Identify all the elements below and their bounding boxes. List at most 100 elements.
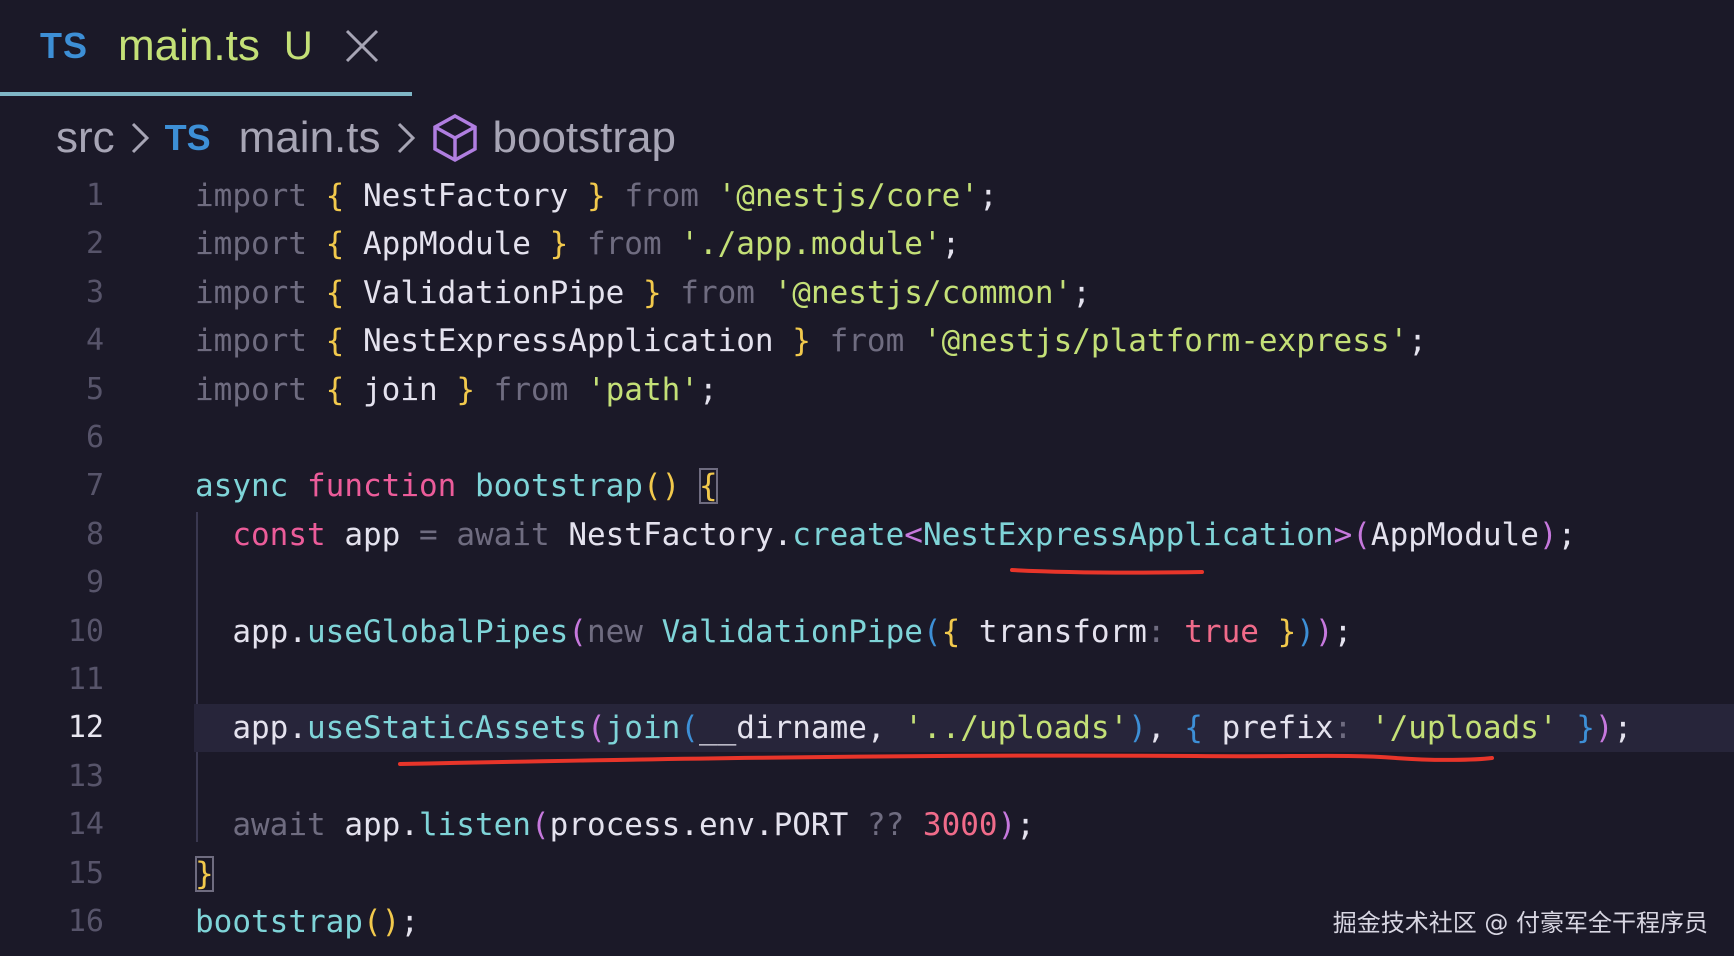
- tab-main-ts[interactable]: TS main.ts U: [0, 0, 412, 96]
- code-token: transform: [960, 613, 1147, 650]
- code-line[interactable]: import { join } from 'path';: [195, 366, 718, 414]
- code-line[interactable]: import { NestExpressApplication } from '…: [195, 317, 1427, 365]
- code-line[interactable]: import { ValidationPipe } from '@nestjs/…: [195, 269, 1091, 317]
- code-token: ;: [978, 178, 998, 214]
- code-token: (: [922, 613, 942, 650]
- line-number: 9: [85, 565, 104, 601]
- code-token: ): [1538, 516, 1558, 553]
- code-token: app.: [325, 807, 419, 844]
- code-line[interactable]: import { NestFactory } from '@nestjs/cor…: [195, 172, 998, 220]
- code-line[interactable]: import { AppModule } from './app.module'…: [195, 220, 960, 268]
- line-number: 7: [85, 468, 104, 504]
- breadcrumb-folder[interactable]: src: [56, 113, 115, 163]
- code-token: }: [549, 226, 569, 263]
- tab-bar: TS main.ts U: [0, 0, 1734, 96]
- code-token: async: [195, 468, 289, 505]
- code-line[interactable]: app.useStaticAssets(join(__dirname, '../…: [195, 704, 1632, 752]
- code-token: ): [1128, 710, 1147, 747]
- code-token: import: [195, 323, 307, 360]
- chevron-right-icon: [131, 122, 149, 154]
- code-token: from: [586, 226, 662, 263]
- code-token: await: [232, 807, 326, 844]
- code-token: AppModule: [1370, 516, 1539, 553]
- code-token: ??: [866, 807, 905, 844]
- code-token: {: [325, 274, 345, 311]
- code-token: './app.module': [680, 226, 942, 263]
- code-token: ): [1296, 613, 1315, 650]
- close-icon[interactable]: [343, 27, 381, 65]
- code-token: ValidationPipe: [661, 613, 923, 650]
- code-token: app.: [195, 613, 307, 650]
- code-token: ): [1314, 613, 1334, 650]
- code-token: }: [586, 178, 606, 214]
- code-token: (): [642, 468, 681, 505]
- code-token: new: [586, 613, 643, 650]
- code-token: ;: [1072, 274, 1091, 311]
- code-token: }: [1277, 613, 1297, 650]
- code-token: ;: [1613, 710, 1633, 747]
- code-line[interactable]: app.useGlobalPipes(new ValidationPipe({ …: [195, 608, 1352, 656]
- code-token: from: [680, 274, 755, 311]
- code-token: (: [1352, 516, 1371, 553]
- code-token: useGlobalPipes: [306, 613, 569, 650]
- code-token: (: [680, 710, 699, 747]
- code-token: {: [941, 613, 961, 650]
- annotation-underline-static-assets: [398, 753, 1494, 766]
- breadcrumb-symbol[interactable]: bootstrap: [493, 113, 676, 163]
- code-line[interactable]: async function bootstrap() {: [195, 462, 718, 510]
- code-token: {: [325, 226, 345, 263]
- method-cube-icon: [432, 114, 477, 162]
- code-token: ;: [400, 904, 419, 940]
- code-token: true: [1184, 613, 1259, 650]
- code-token: :: [1146, 613, 1166, 650]
- code-token: '../uploads': [904, 710, 1129, 747]
- code-token: create: [792, 516, 905, 553]
- code-token: listen: [418, 807, 531, 844]
- code-token: {: [325, 371, 345, 408]
- code-token: join: [344, 371, 457, 408]
- code-token: =: [418, 516, 438, 553]
- code-line[interactable]: bootstrap();: [195, 898, 419, 946]
- code-token: NestExpressApplication: [344, 323, 793, 360]
- code-token: await: [456, 516, 550, 553]
- code-token: (): [362, 904, 401, 940]
- code-token: ;: [1557, 516, 1577, 553]
- code-token: <: [904, 516, 923, 553]
- code-token: useStaticAssets: [306, 710, 587, 747]
- code-token: __dirname,: [698, 710, 905, 747]
- code-token: {: [1184, 710, 1203, 747]
- code-line[interactable]: }: [195, 850, 214, 898]
- code-editor[interactable]: 1 import { NestFactory } from '@nestjs/co…: [0, 172, 1734, 956]
- code-token: (: [568, 613, 587, 650]
- code-line[interactable]: await app.listen(process.env.PORT ?? 300…: [195, 801, 1035, 849]
- line-number: 6: [85, 420, 104, 455]
- watermark: 掘金技术社区 @ 付豪军全干程序员: [1332, 909, 1708, 937]
- code-token: }: [1576, 710, 1595, 747]
- line-number: 11: [67, 662, 104, 697]
- code-token: ;: [1333, 613, 1353, 650]
- code-token: ;: [1016, 807, 1035, 844]
- line-number: 4: [85, 323, 104, 359]
- tab-title: main.ts: [118, 21, 260, 70]
- code-token: import: [195, 371, 307, 408]
- code-token: app.: [195, 710, 307, 747]
- code-token: :: [1333, 710, 1353, 747]
- code-line[interactable]: const app = await NestFactory.create<Nes…: [195, 511, 1576, 559]
- code-token: NestFactory: [344, 178, 587, 214]
- code-token: const: [232, 516, 326, 553]
- code-token: 3000: [922, 807, 998, 844]
- code-token: ): [997, 807, 1017, 844]
- breadcrumb-file[interactable]: main.ts: [239, 113, 381, 163]
- code-token: app: [325, 516, 419, 553]
